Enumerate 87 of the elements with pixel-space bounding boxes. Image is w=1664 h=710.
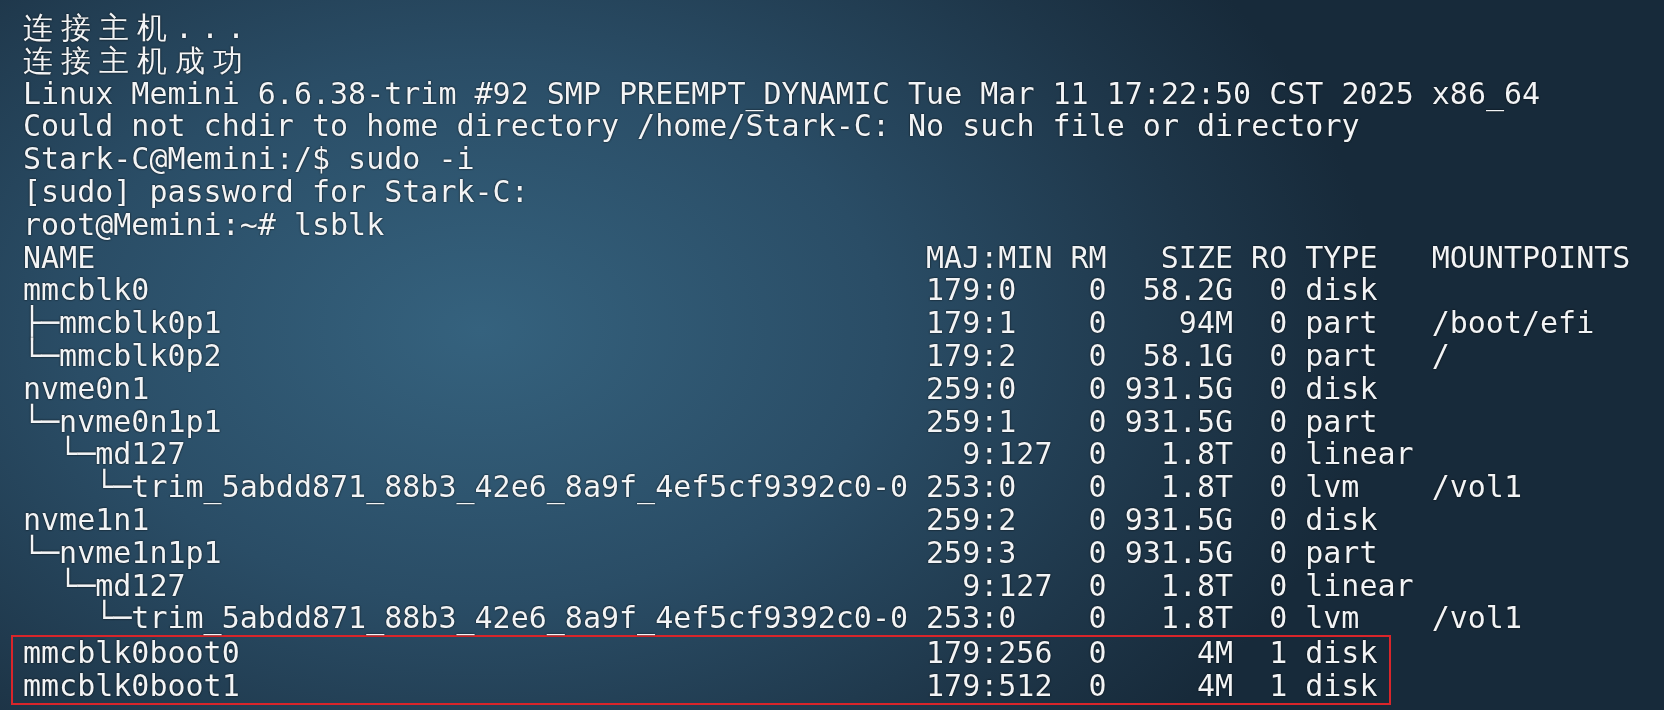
- table-cell: └─mmcblk0p2: [23, 339, 222, 373]
- table-cell: 931.5G: [1124, 536, 1234, 570]
- table-cell: 0: [1088, 637, 1107, 670]
- table-cell: 1: [1269, 637, 1288, 670]
- table-cell: 0: [1269, 569, 1288, 603]
- table-cell: disk: [1305, 669, 1378, 703]
- column-header: MOUNTPOINTS: [1431, 241, 1631, 275]
- table-cell: 0: [1088, 602, 1107, 636]
- column-header: RO: [1251, 241, 1288, 275]
- table-cell: 0: [1269, 274, 1288, 308]
- table-cell: 0: [1088, 438, 1107, 472]
- table-cell: 0: [1088, 307, 1107, 340]
- table-cell: 259:2: [926, 503, 1017, 537]
- table-cell: /: [1431, 339, 1450, 373]
- table-cell: 253:0: [926, 602, 1017, 636]
- table-cell: 0: [1269, 372, 1288, 406]
- table-cell: /boot/efi: [1431, 307, 1595, 340]
- table-cell: 1.8T: [1160, 438, 1234, 472]
- table-cell: 253:0: [926, 471, 1017, 504]
- terminal-line: Could not chdir to home directory /home/Stark-C: No such file or directory: [23, 110, 1361, 144]
- table-cell: 931.5G: [1124, 503, 1234, 537]
- terminal-line: [sudo] password for Stark-C:: [23, 176, 530, 209]
- table-cell: part: [1305, 339, 1378, 373]
- column-header: NAME: [23, 241, 96, 275]
- column-header: TYPE: [1305, 241, 1379, 275]
- column-header: MAJ:MIN: [926, 241, 1053, 275]
- table-cell: linear: [1305, 438, 1414, 472]
- table-cell: mmcblk0boot0: [23, 637, 240, 670]
- table-cell: 4M: [1196, 669, 1234, 703]
- table-cell: 0: [1088, 339, 1107, 373]
- table-cell: disk: [1305, 637, 1378, 670]
- table-cell: 179:256: [926, 637, 1053, 670]
- table-cell: └─nvme1n1p1: [23, 536, 222, 570]
- table-cell: 1.8T: [1160, 569, 1234, 603]
- column-header: RM: [1070, 241, 1107, 275]
- table-cell: 179:1: [926, 307, 1017, 340]
- table-cell: 0: [1269, 536, 1288, 570]
- table-cell: 58.1G: [1142, 339, 1234, 373]
- table-cell: 179:0: [926, 274, 1017, 308]
- table-cell: 259:1: [926, 405, 1017, 439]
- table-cell: /vol1: [1431, 471, 1522, 504]
- table-cell: 0: [1269, 503, 1288, 537]
- table-cell: 4M: [1196, 637, 1234, 670]
- table-cell: 0: [1269, 438, 1288, 472]
- table-cell: 259:0: [926, 372, 1017, 406]
- table-cell: 0: [1088, 536, 1107, 570]
- table-cell: 0: [1088, 503, 1107, 537]
- table-cell: disk: [1305, 274, 1378, 308]
- table-cell: 931.5G: [1124, 405, 1234, 439]
- terminal-line: root@Memini:~# lsblk: [23, 208, 386, 242]
- table-cell: 1.8T: [1160, 471, 1234, 504]
- table-cell: 0: [1269, 405, 1288, 439]
- table-cell: 0: [1269, 307, 1288, 340]
- table-cell: 0: [1088, 471, 1107, 504]
- table-cell: 931.5G: [1124, 372, 1234, 406]
- table-cell: 179:2: [926, 339, 1017, 373]
- table-cell: part: [1305, 536, 1378, 570]
- table-cell: 0: [1269, 471, 1288, 504]
- table-cell: 1: [1269, 669, 1288, 703]
- table-cell: 94M: [1178, 307, 1234, 340]
- table-cell: 1.8T: [1160, 602, 1234, 636]
- table-cell: 0: [1088, 569, 1107, 603]
- table-cell: 0: [1088, 405, 1107, 439]
- table-cell: mmcblk0boot1: [23, 669, 240, 703]
- table-cell: part: [1305, 307, 1378, 340]
- table-cell-text: 9:127: [961, 438, 1053, 472]
- table-cell: 0: [1269, 339, 1288, 373]
- table-cell: 0: [1269, 602, 1288, 636]
- terminal-line: Stark-C@Memini:/$ sudo -i: [23, 143, 475, 176]
- table-cell: /vol1: [1431, 602, 1522, 636]
- table-cell: 0: [1088, 372, 1107, 406]
- table-cell: 58.2G: [1142, 274, 1234, 308]
- terminal-line: Linux Memini 6.6.38-trim #92 SMP PREEMPT_DYNAMIC Tue Mar 11 17:22:50 CST 2025 x86_64: [23, 77, 1542, 111]
- table-cell: part: [1305, 405, 1378, 439]
- table-cell: lvm: [1305, 471, 1360, 504]
- table-cell: 179:512: [926, 669, 1053, 703]
- table-cell-text: 9:127: [961, 569, 1053, 603]
- terminal-line: 连接主机成功: [23, 44, 252, 78]
- table-cell: disk: [1305, 503, 1378, 537]
- table-cell: 0: [1088, 669, 1107, 703]
- column-header: SIZE: [1159, 241, 1234, 275]
- table-cell: 259:3: [926, 536, 1017, 570]
- table-cell: disk: [1305, 372, 1378, 406]
- terminal-line: 连接主机...: [23, 12, 255, 45]
- table-cell: 0: [1088, 274, 1107, 308]
- table-cell: linear: [1305, 569, 1414, 603]
- table-cell: lvm: [1305, 602, 1360, 636]
